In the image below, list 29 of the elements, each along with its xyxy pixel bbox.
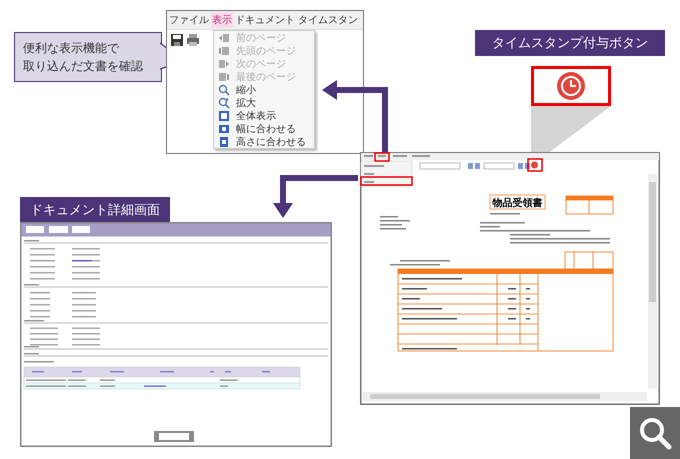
- feature-label: ドキュメント詳細画面: [20, 197, 170, 222]
- frame-icon: [218, 122, 230, 134]
- timestamp-button[interactable]: [531, 66, 611, 106]
- menubar-item[interactable]: ファイル: [168, 12, 210, 28]
- printer-icon[interactable]: [186, 33, 200, 47]
- clock-icon: [556, 71, 586, 101]
- zoom-button[interactable]: [630, 407, 680, 459]
- magnifier-icon: [218, 84, 230, 96]
- page-icon: [218, 58, 230, 70]
- page-icon: [218, 70, 230, 82]
- menu-item[interactable]: 高さに合わせる: [214, 135, 314, 148]
- menubar-item[interactable]: タイムスタン: [297, 12, 359, 28]
- feature-label: タイムスタンプ付与ボタン: [475, 30, 665, 56]
- magnifier-icon: [218, 96, 230, 108]
- search-icon: [638, 416, 672, 450]
- menubar-item[interactable]: ドキュメント: [234, 12, 296, 28]
- document-title: 物品受領書: [492, 198, 542, 209]
- menu-item[interactable]: 幅に合わせる: [214, 122, 314, 135]
- save-icon[interactable]: [170, 33, 184, 47]
- page-icon: [218, 32, 230, 44]
- frame-icon: [218, 110, 230, 122]
- menu-item[interactable]: 全体表示: [214, 109, 314, 122]
- callout-text: 便利な表示機能で: [23, 40, 120, 56]
- menu-item[interactable]: 拡大: [214, 96, 314, 109]
- menu-item[interactable]: 縮小: [214, 83, 314, 96]
- page-icon: [218, 44, 230, 56]
- callout-text: 取り込んだ文書を確認: [23, 58, 144, 74]
- menubar-item[interactable]: 表示: [211, 12, 233, 28]
- arrow: [322, 80, 388, 152]
